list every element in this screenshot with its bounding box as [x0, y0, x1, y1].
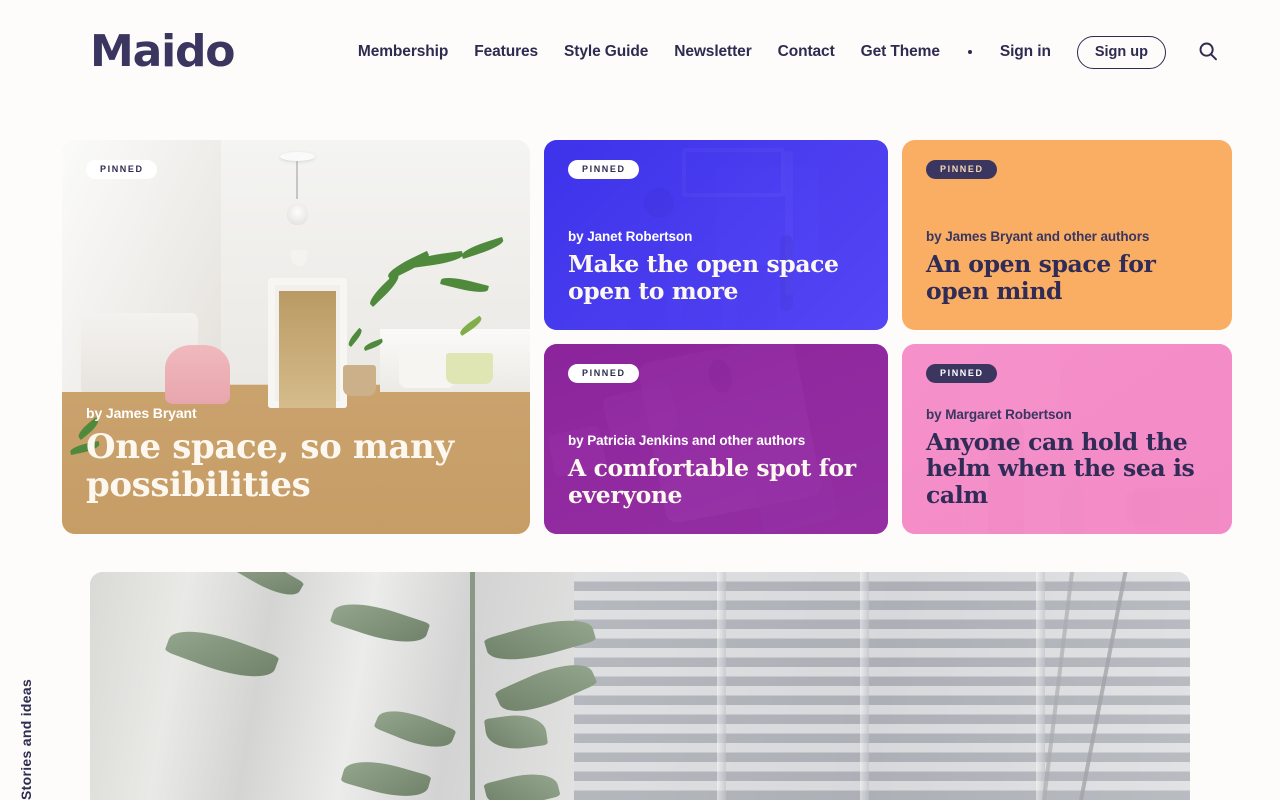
pinned-badge: PINNED [568, 364, 639, 383]
post-card-hero[interactable]: PINNED by James Bryant One space, so man… [62, 140, 530, 534]
pinned-badge: PINNED [568, 160, 639, 179]
post-title: Make the open space open to more [568, 250, 839, 305]
post-byline: by James Bryant and other authors [926, 229, 1150, 245]
post-byline: by Margaret Robertson [926, 407, 1072, 423]
nav-item-features[interactable]: Features [474, 43, 538, 61]
post-card-blue[interactable]: PINNED by Janet Robertson Make the open … [544, 140, 888, 330]
search-button[interactable] [1198, 41, 1218, 64]
post-byline: by Janet Robertson [568, 229, 693, 245]
nav-separator-dot [967, 50, 972, 54]
site-header: Maido Membership Features Style Guide Ne… [0, 0, 1280, 104]
nav-item-membership[interactable]: Membership [358, 43, 448, 61]
post-card-pink[interactable]: PINNED by Margaret Robertson Anyone can … [902, 344, 1232, 534]
nav-item-newsletter[interactable]: Newsletter [674, 43, 752, 61]
pinned-badge: PINNED [86, 160, 157, 179]
post-byline: by Patricia Jenkins and other authors [568, 433, 806, 449]
feature-image[interactable] [90, 572, 1190, 800]
nav-item-get-theme[interactable]: Get Theme [861, 43, 940, 61]
post-byline: by James Bryant [86, 405, 197, 422]
main-navigation: Membership Features Style Guide Newslett… [358, 35, 1218, 69]
post-title: A comfortable spot for everyone [568, 454, 856, 509]
feature-image-section [0, 534, 1280, 800]
post-title: An open space for open mind [926, 250, 1156, 305]
search-icon [1198, 41, 1218, 64]
site-logo[interactable]: Maido [62, 30, 235, 74]
nav-item-style-guide[interactable]: Style Guide [564, 43, 648, 61]
pinned-posts-grid: PINNED by James Bryant One space, so man… [0, 104, 1280, 534]
sign-up-button[interactable]: Sign up [1076, 35, 1166, 69]
pinned-badge: PINNED [926, 160, 997, 179]
post-card-orange[interactable]: PINNED by James Bryant and other authors… [902, 140, 1232, 330]
pinned-badge: PINNED [926, 364, 997, 383]
nav-item-contact[interactable]: Contact [778, 43, 835, 61]
sign-in-link[interactable]: Sign in [1000, 43, 1051, 61]
post-title: One space, so many possibilities [86, 427, 454, 505]
post-card-purple[interactable]: PINNED by Patricia Jenkins and other aut… [544, 344, 888, 534]
vertical-side-label: Stories and ideas [18, 678, 34, 800]
post-title: Anyone can hold the helm when the sea is… [926, 428, 1195, 509]
